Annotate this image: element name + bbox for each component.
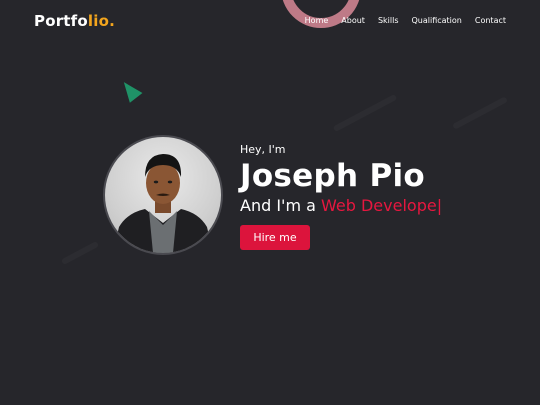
- nav-link-contact[interactable]: Contact: [475, 16, 506, 25]
- nav-link-skills[interactable]: Skills: [378, 16, 399, 25]
- role-typed: Web Develope: [321, 196, 437, 215]
- background-streak: [452, 96, 508, 129]
- background-streak: [61, 241, 99, 265]
- navbar: Portfolio. Home About Skills Qualificati…: [0, 0, 540, 44]
- typing-caret: |: [436, 196, 443, 215]
- nav-link-home[interactable]: Home: [305, 16, 329, 25]
- logo-accent: lio.: [87, 12, 115, 30]
- hero-intro: Hey, I'm Joseph Pio And I'm a Web Develo…: [240, 143, 442, 250]
- person-photo-icon: [113, 154, 213, 253]
- logo[interactable]: Portfolio.: [34, 12, 115, 30]
- profile-avatar: [103, 135, 223, 255]
- greeting-text: Hey, I'm: [240, 143, 286, 156]
- nav-link-about[interactable]: About: [341, 16, 365, 25]
- role-line: And I'm a Web Develope|: [240, 196, 442, 215]
- decorative-triangle: [117, 77, 143, 103]
- role-prefix: And I'm a: [240, 196, 322, 215]
- nav-menu: Home About Skills Qualification Contact: [305, 16, 506, 25]
- background-streak: [333, 94, 398, 132]
- hire-me-button[interactable]: Hire me: [240, 225, 310, 250]
- hero-name: Joseph Pio: [240, 158, 426, 194]
- logo-main: Portfo: [34, 12, 88, 30]
- nav-link-qualification[interactable]: Qualification: [411, 16, 461, 25]
